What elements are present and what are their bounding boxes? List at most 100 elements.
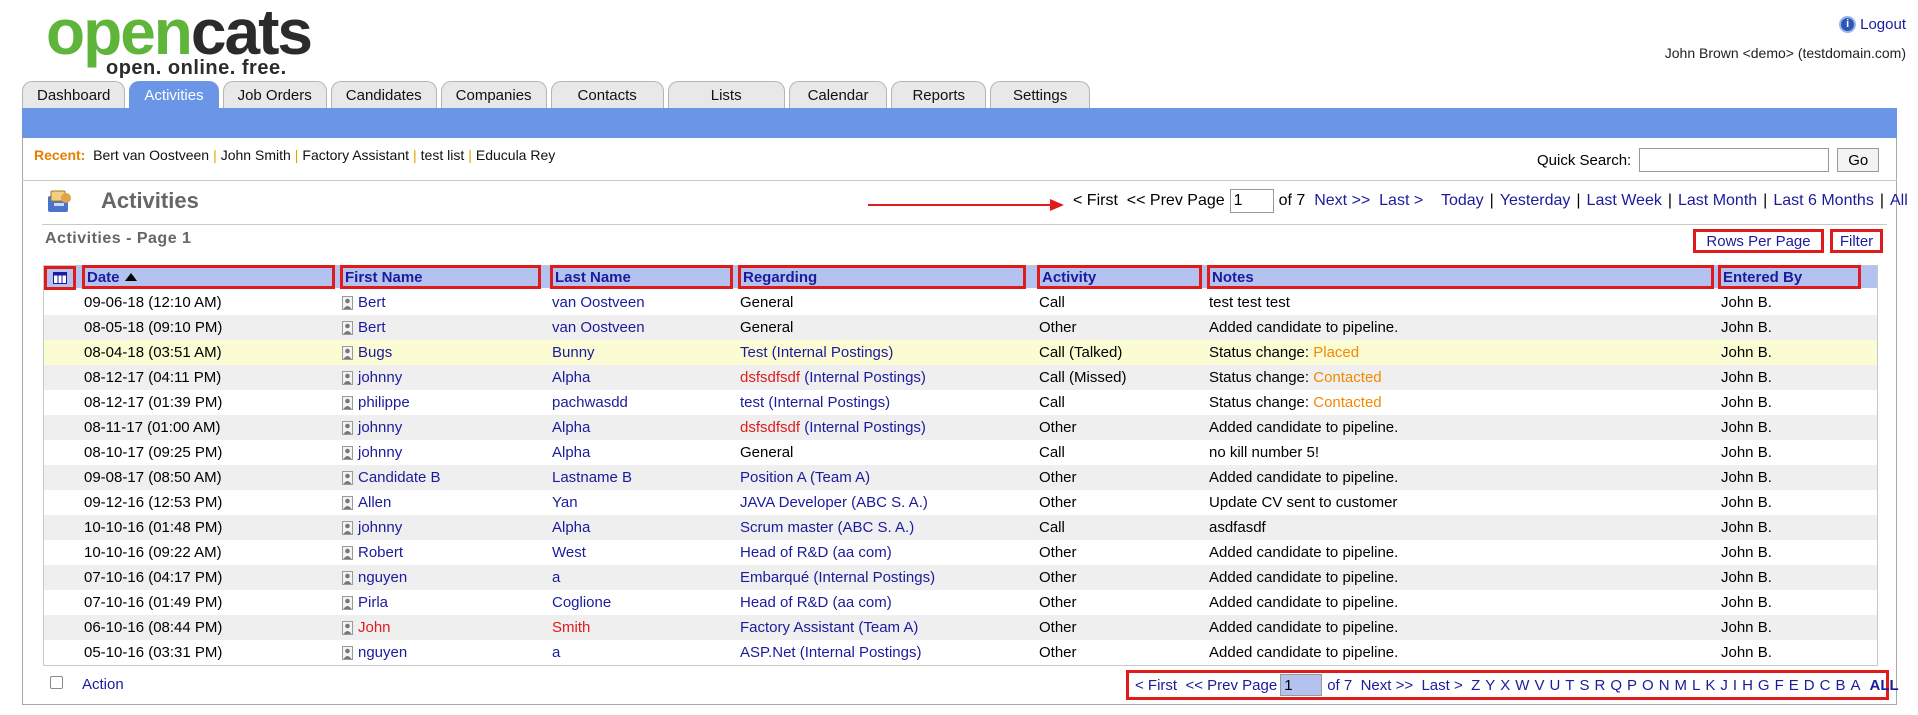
alphabet-letter[interactable]: K bbox=[1705, 677, 1715, 694]
column-header-last-name[interactable]: Last Name bbox=[550, 265, 733, 289]
regarding-job-link[interactable]: dsfsdfsdf bbox=[740, 419, 800, 436]
alphabet-letter[interactable]: A bbox=[1850, 677, 1860, 694]
pager-last[interactable]: Last > bbox=[1379, 192, 1423, 210]
tab-settings[interactable]: Settings bbox=[990, 81, 1091, 108]
tab-dashboard[interactable]: Dashboard bbox=[22, 81, 126, 108]
alphabet-letter[interactable]: Y bbox=[1485, 677, 1495, 694]
regarding-job-link[interactable]: dsfsdfsdf bbox=[740, 369, 800, 386]
recent-item[interactable]: test list bbox=[421, 147, 465, 163]
first-name-link[interactable]: Pirla bbox=[358, 590, 388, 615]
bottom-pager-prev[interactable]: << Prev bbox=[1185, 677, 1238, 694]
column-header-notes[interactable]: Notes bbox=[1207, 265, 1714, 289]
alphabet-letter[interactable]: J bbox=[1720, 677, 1728, 694]
last-name-link[interactable]: Bunny bbox=[552, 344, 595, 361]
regarding-link[interactable]: ASP.Net (Internal Postings) bbox=[740, 644, 921, 661]
bottom-pager-first[interactable]: < First bbox=[1135, 677, 1177, 694]
alphabet-letter[interactable]: C bbox=[1820, 677, 1831, 694]
alphabet-letter[interactable]: H bbox=[1742, 677, 1753, 694]
first-name-link[interactable]: Bert bbox=[358, 290, 386, 315]
regarding-link[interactable]: Test (Internal Postings) bbox=[740, 344, 893, 361]
regarding-link[interactable]: Factory Assistant (Team A) bbox=[740, 619, 918, 636]
filter-button[interactable]: Filter bbox=[1830, 229, 1883, 253]
regarding-link[interactable]: (Internal Postings) bbox=[800, 369, 926, 386]
last-name-link[interactable]: van Oostveen bbox=[552, 294, 645, 311]
alphabet-letter[interactable]: R bbox=[1594, 677, 1605, 694]
period-last-month[interactable]: Last Month bbox=[1678, 192, 1757, 210]
bottom-pager-last[interactable]: Last > bbox=[1421, 677, 1462, 694]
alphabet-letter[interactable]: Q bbox=[1610, 677, 1622, 694]
page-number-input[interactable] bbox=[1229, 189, 1274, 213]
first-name-link[interactable]: Bugs bbox=[358, 340, 392, 365]
last-name-link[interactable]: Lastname B bbox=[552, 469, 632, 486]
first-name-link[interactable]: John bbox=[358, 615, 391, 640]
tab-candidates[interactable]: Candidates bbox=[330, 81, 437, 108]
recent-item[interactable]: John Smith bbox=[221, 147, 291, 163]
first-name-link[interactable]: johnny bbox=[358, 415, 402, 440]
alphabet-all[interactable]: ALL bbox=[1869, 677, 1898, 694]
first-name-link[interactable]: johnny bbox=[358, 440, 402, 465]
last-name-link[interactable]: van Oostveen bbox=[552, 319, 645, 336]
first-name-link[interactable]: Robert bbox=[358, 540, 403, 565]
last-name-link[interactable]: Alpha bbox=[552, 419, 590, 436]
alphabet-letter[interactable]: B bbox=[1835, 677, 1845, 694]
last-name-link[interactable]: Smith bbox=[552, 619, 590, 636]
tab-calendar[interactable]: Calendar bbox=[788, 81, 888, 108]
alphabet-letter[interactable]: G bbox=[1758, 677, 1770, 694]
regarding-link[interactable]: Head of R&D (aa com) bbox=[740, 594, 892, 611]
tab-job-orders[interactable]: Job Orders bbox=[222, 81, 327, 108]
last-name-link[interactable]: Alpha bbox=[552, 369, 590, 386]
last-name-link[interactable]: a bbox=[552, 569, 560, 586]
period-today[interactable]: Today bbox=[1441, 192, 1484, 210]
last-name-link[interactable]: Alpha bbox=[552, 444, 590, 461]
regarding-link[interactable]: Position A (Team A) bbox=[740, 469, 870, 486]
first-name-link[interactable]: philippe bbox=[358, 390, 410, 415]
alphabet-letter[interactable]: Z bbox=[1471, 677, 1480, 694]
regarding-link[interactable]: Scrum master (ABC S. A.) bbox=[740, 519, 914, 536]
alphabet-letter[interactable]: T bbox=[1565, 677, 1574, 694]
tab-lists[interactable]: Lists bbox=[667, 81, 785, 108]
alphabet-letter[interactable]: W bbox=[1515, 677, 1529, 694]
tab-reports[interactable]: Reports bbox=[891, 81, 986, 108]
regarding-link[interactable]: (Internal Postings) bbox=[800, 419, 926, 436]
period-last-6-months[interactable]: Last 6 Months bbox=[1773, 192, 1874, 210]
column-header-date[interactable]: Date bbox=[82, 265, 335, 289]
last-name-link[interactable]: Yan bbox=[552, 494, 578, 511]
regarding-link[interactable]: test (Internal Postings) bbox=[740, 394, 890, 411]
first-name-link[interactable]: johnny bbox=[358, 365, 402, 390]
alphabet-letter[interactable]: D bbox=[1804, 677, 1815, 694]
alphabet-letter[interactable]: F bbox=[1775, 677, 1784, 694]
last-name-link[interactable]: West bbox=[552, 544, 586, 561]
alphabet-letter[interactable]: M bbox=[1675, 677, 1688, 694]
first-name-link[interactable]: nguyen bbox=[358, 565, 407, 590]
first-name-link[interactable]: johnny bbox=[358, 515, 402, 540]
quick-search-input[interactable] bbox=[1639, 148, 1830, 172]
regarding-link[interactable]: JAVA Developer (ABC S. A.) bbox=[740, 494, 928, 511]
alphabet-letter[interactable]: V bbox=[1534, 677, 1544, 694]
tab-activities[interactable]: Activities bbox=[129, 81, 219, 108]
go-button[interactable]: Go bbox=[1837, 148, 1880, 172]
period-yesterday[interactable]: Yesterday bbox=[1500, 192, 1571, 210]
period-last-week[interactable]: Last Week bbox=[1587, 192, 1662, 210]
period-all[interactable]: All bbox=[1890, 192, 1908, 210]
alphabet-letter[interactable]: N bbox=[1659, 677, 1670, 694]
column-header-entered-by[interactable]: Entered By bbox=[1718, 265, 1861, 289]
alphabet-letter[interactable]: P bbox=[1627, 677, 1637, 694]
column-header-first-name[interactable]: First Name bbox=[340, 265, 541, 289]
tab-companies[interactable]: Companies bbox=[440, 81, 547, 108]
recent-item[interactable]: Bert van Oostveen bbox=[93, 147, 209, 163]
last-name-link[interactable]: pachwasdd bbox=[552, 394, 628, 411]
bottom-page-input[interactable] bbox=[1280, 674, 1323, 696]
column-header-regarding[interactable]: Regarding bbox=[738, 265, 1026, 289]
recent-item[interactable]: Educula Rey bbox=[476, 147, 555, 163]
alphabet-letter[interactable]: I bbox=[1733, 677, 1737, 694]
last-name-link[interactable]: Alpha bbox=[552, 519, 590, 536]
bottom-pager-next[interactable]: Next >> bbox=[1361, 677, 1414, 694]
alphabet-letter[interactable]: X bbox=[1500, 677, 1510, 694]
alphabet-letter[interactable]: O bbox=[1642, 677, 1654, 694]
recent-item[interactable]: Factory Assistant bbox=[302, 147, 409, 163]
logout-link[interactable]: i Logout bbox=[1839, 15, 1906, 33]
alphabet-letter[interactable]: S bbox=[1579, 677, 1589, 694]
first-name-link[interactable]: nguyen bbox=[358, 640, 407, 665]
first-name-link[interactable]: Candidate B bbox=[358, 465, 441, 490]
alphabet-letter[interactable]: U bbox=[1549, 677, 1560, 694]
